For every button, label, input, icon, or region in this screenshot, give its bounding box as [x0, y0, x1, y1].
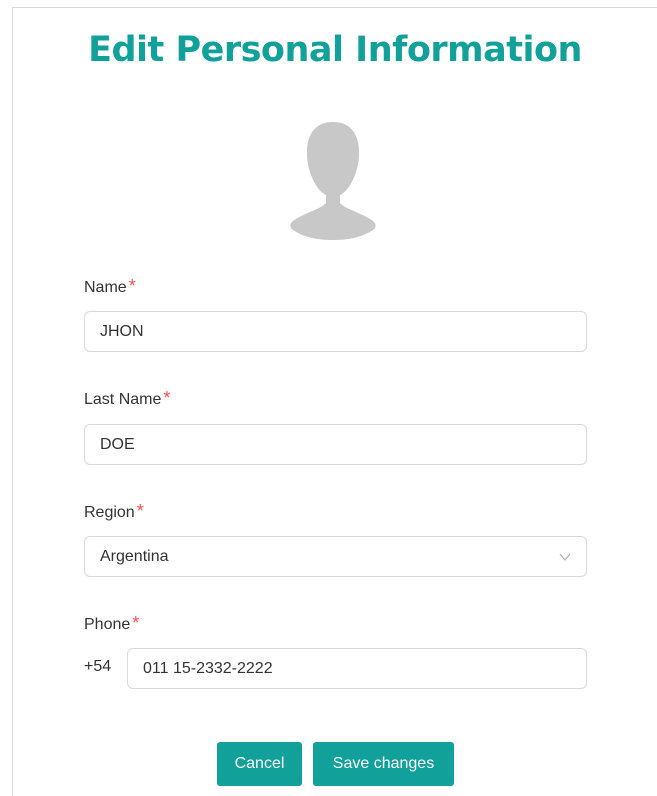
name-input[interactable]: JHON: [84, 311, 587, 352]
phone-label-text: Phone: [84, 616, 131, 633]
region-select[interactable]: Argentina: [84, 536, 587, 577]
name-label: Name *: [84, 276, 136, 297]
required-mark: *: [128, 276, 136, 296]
phone-input-value: 011 15-2332-2222: [143, 660, 273, 677]
avatar: [283, 112, 383, 242]
region-label: Region *: [84, 501, 144, 522]
region-label-text: Region: [84, 504, 135, 521]
cancel-button[interactable]: Cancel: [217, 742, 302, 786]
save-changes-button[interactable]: Save changes: [313, 742, 454, 786]
last-name-input[interactable]: DOE: [84, 424, 587, 465]
required-mark: *: [136, 501, 144, 521]
phone-input[interactable]: 011 15-2332-2222: [127, 648, 587, 689]
user-silhouette-icon: [290, 122, 376, 240]
required-mark: *: [163, 388, 171, 408]
chevron-down-icon: [559, 553, 571, 561]
page-title: Edit Personal Information: [88, 30, 582, 70]
region-select-value: Argentina: [100, 548, 169, 565]
last-name-label: Last Name *: [84, 388, 170, 409]
phone-label: Phone *: [84, 613, 139, 634]
last-name-input-value: DOE: [100, 436, 135, 453]
name-input-value: JHON: [100, 323, 144, 340]
name-label-text: Name: [84, 279, 127, 296]
last-name-label-text: Last Name: [84, 391, 162, 408]
required-mark: *: [132, 613, 140, 633]
phone-country-code: +54: [84, 658, 112, 675]
